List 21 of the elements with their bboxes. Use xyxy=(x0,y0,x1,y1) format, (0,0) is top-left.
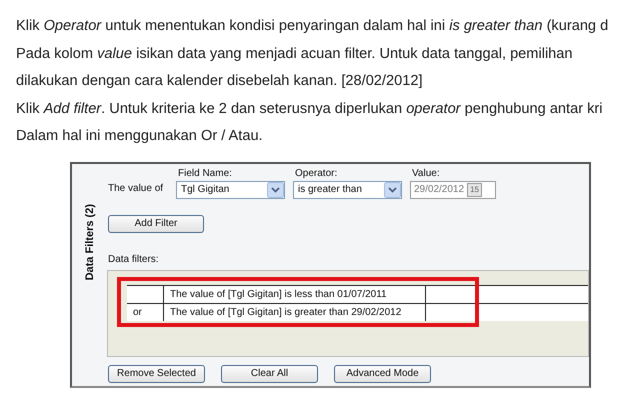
dropdown-field[interactable]: is greater than xyxy=(293,180,402,198)
paragraph-line: dilakukan dengan cara kalender disebelah kanan. [28/02/2012] xyxy=(16,72,424,91)
table-cell: or xyxy=(127,304,164,320)
panel-title: Data Filters (2) xyxy=(82,204,97,280)
paragraph-line: Dalam hal ini menggunakan Or / Atau. xyxy=(16,127,264,146)
paragraph-line: Klik Operator untuk menentukan kondisi penyaringan dalam hal ini is greater than (kurang d xyxy=(16,17,610,36)
paragraph-line: Klik Add filter. Untuk kriteria ke 2 dan seterusnya diperlukan operator penghubung antar kri xyxy=(16,100,604,118)
field-label: Field Name: xyxy=(178,166,233,180)
action-button[interactable]: Clear All xyxy=(221,364,318,382)
section-label: Data filters: xyxy=(108,252,160,266)
action-button[interactable]: Advanced Mode xyxy=(334,364,431,382)
table-cell: The value of [Tgl Gigitan] is greater than 29/02/2012 xyxy=(164,304,426,320)
field-label: Value: xyxy=(412,166,441,180)
add-filter-button[interactable]: Add Filter xyxy=(108,214,204,232)
paragraph-line: Pada kolom value isikan data yang menjadi acuan filter. Untuk data tanggal, pemilihan xyxy=(16,44,574,64)
chevron-down-icon[interactable] xyxy=(384,182,401,198)
action-button[interactable]: Remove Selected xyxy=(108,364,205,382)
chevron-down-icon[interactable] xyxy=(267,182,284,198)
row-label: The value of xyxy=(108,182,164,196)
field-label: Operator: xyxy=(295,166,338,180)
dropdown-field[interactable]: Tgl Gigitan xyxy=(176,180,285,198)
